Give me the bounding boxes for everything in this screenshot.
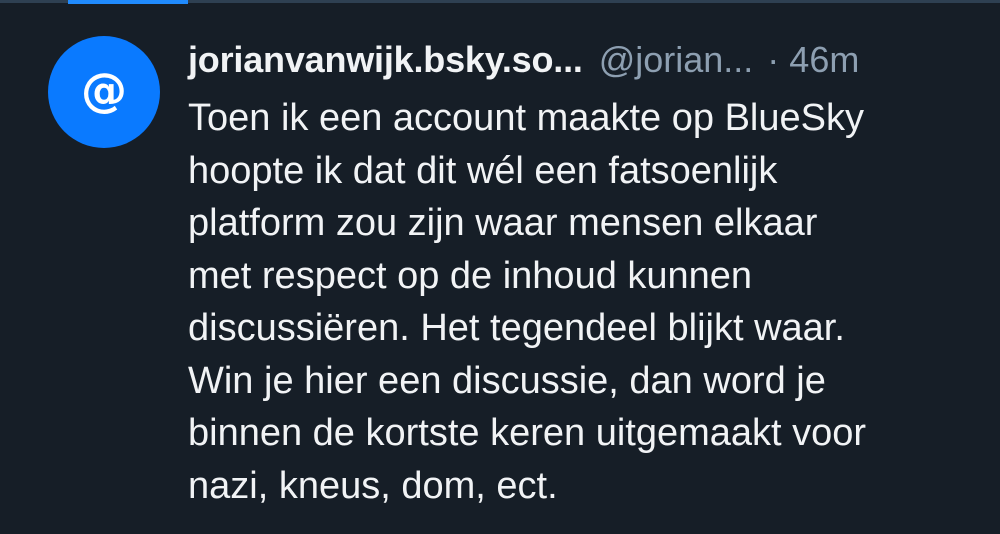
post-text-line: hoopte ik dat dit wél een fatsoenlijk [188,149,778,192]
post-text-line: Toen ik een account maakte op BlueSky [188,97,864,139]
post-text-line: binnen de kortste keren uitgemaakt voor [188,412,867,454]
post-text-line: platform zou zijn waar mensen elkaar [188,202,818,244]
post-text-line: met respect op de inhoud kunnen [188,254,753,297]
author-handle[interactable]: @jorian... [599,34,754,86]
avatar[interactable]: @ [48,36,160,148]
header-separator: · [767,39,780,80]
post-header: jorianvanwijk.bsky.so... @jorian... · 46… [188,34,978,86]
post-text-line: nazi, kneus, dom, ect. [188,464,558,507]
author-display-name[interactable]: jorianvanwijk.bsky.so... [188,34,583,86]
post-text: Toen ik een account maakte op BlueSky ho… [188,92,978,512]
post-text-line: Win je hier een discussie, dan word je [188,359,826,402]
post-timestamp[interactable]: 46m [789,34,859,86]
at-sign-icon: @ [81,63,127,117]
post[interactable]: @ jorianvanwijk.bsky.so... @jorian... · … [0,4,1000,534]
post-content: jorianvanwijk.bsky.so... @jorian... · 46… [188,34,978,512]
post-text-line: discussiëren. Het tegendeel blijkt waar. [188,307,845,349]
